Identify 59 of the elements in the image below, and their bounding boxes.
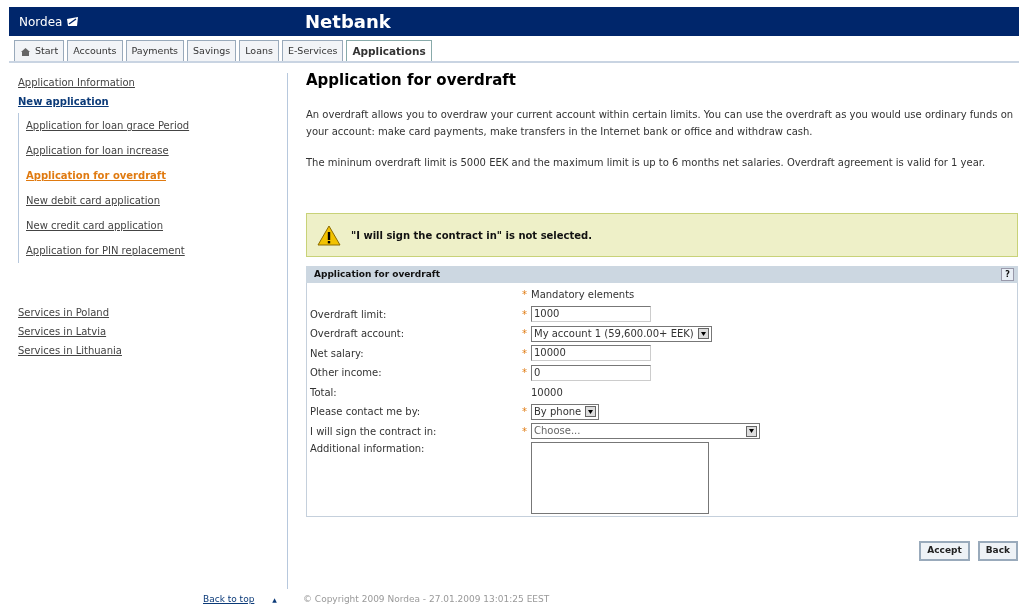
sidebar-link[interactable]: New debit card application [26, 188, 287, 213]
field-label: Additional information: [310, 442, 426, 456]
mandatory-note: Mandatory elements [531, 288, 635, 303]
dropdown[interactable]: By phone [531, 403, 600, 420]
page-header-title: Netbank [305, 10, 391, 34]
tab[interactable]: Accounts [67, 40, 123, 61]
field-label: Net salary: [310, 346, 365, 361]
field-label: Overdraft account: [310, 327, 406, 342]
sidebar-link[interactable]: Services in Lithuania [18, 341, 287, 360]
dropdown[interactable]: My account 1 (59,600.00+ EEK) [531, 325, 712, 342]
input-field[interactable]: 0 [531, 364, 651, 381]
copyright-text: © Copyright 2009 Nordea - 27.01.2009 13:01:25 EEST [303, 593, 550, 606]
input-field[interactable]: 1000 [531, 306, 651, 323]
form-button[interactable]: Back [977, 541, 1018, 561]
required-mark: * [521, 307, 528, 322]
sidebar-link[interactable]: New application [18, 92, 287, 111]
logo-icon [66, 16, 80, 27]
paragraph: The mininum overdraft limit is 5000 EEK and the maximum limit is up to 6 months net salaries. Overdraft agreement is valid for 1 year. [306, 156, 987, 170]
form-button[interactable]: Accept [919, 541, 970, 561]
paragraph: An overdraft allows you to overdraw your current account within certain limits. You can use the overdraft as you would use ordinary funds on your account: make card payments, make transfers in the Internet bank or office and withdraw cash. [306, 108, 1015, 139]
tab[interactable]: E-Services [281, 40, 344, 61]
sidebar-link[interactable]: Services in Poland [18, 303, 287, 322]
input-field[interactable]: 10000 [531, 345, 651, 362]
dropdown-value: My account 1 (59,600.00+ EEK) [534, 326, 694, 341]
tab[interactable]: Start [14, 40, 65, 61]
required-mark: * [521, 288, 528, 303]
help-button[interactable]: ? [1001, 268, 1014, 281]
home-icon [20, 46, 31, 56]
logo-text: Nordea [19, 13, 63, 31]
sidebar-link[interactable]: Application Information [18, 73, 287, 92]
tab[interactable]: Applications [346, 40, 432, 61]
dropdown[interactable]: Choose... [531, 423, 760, 440]
sidebar-link[interactable]: Application for loan increase [26, 138, 287, 163]
tab[interactable]: Loans [239, 40, 279, 61]
tab[interactable]: Payments [125, 40, 185, 61]
back-to-top-link[interactable]: Back to top [203, 593, 255, 607]
warning-message: "I will sign the contract in" is not selected. [351, 228, 593, 243]
required-mark: * [521, 366, 528, 381]
text-area[interactable] [531, 442, 709, 514]
required-mark: * [521, 405, 528, 420]
sidebar-link[interactable]: Services in Latvia [18, 322, 287, 341]
tab[interactable]: Savings [187, 40, 237, 61]
field-label: I will sign the contract in: [310, 424, 438, 439]
dropdown-value: By phone [534, 404, 582, 419]
total-value: 10000 [531, 385, 563, 400]
sidebar-link[interactable]: Application for PIN replacement [26, 238, 287, 263]
form-title: Application for overdraft [314, 267, 440, 281]
sidebar-link[interactable]: Application for loan grace Period [26, 113, 287, 138]
sidebar-link[interactable]: New credit card application [26, 213, 287, 238]
dropdown-placeholder: Choose... [534, 424, 581, 439]
warning-icon [317, 224, 341, 246]
field-label: Overdraft limit: [310, 307, 388, 322]
page-title: Application for overdraft [306, 71, 517, 89]
required-mark: * [521, 327, 528, 342]
field-label: Please contact me by: [310, 405, 422, 420]
field-label: Other income: [310, 366, 383, 381]
required-mark: * [521, 346, 528, 361]
required-mark: * [521, 424, 528, 439]
field-label: Total: [310, 385, 338, 400]
